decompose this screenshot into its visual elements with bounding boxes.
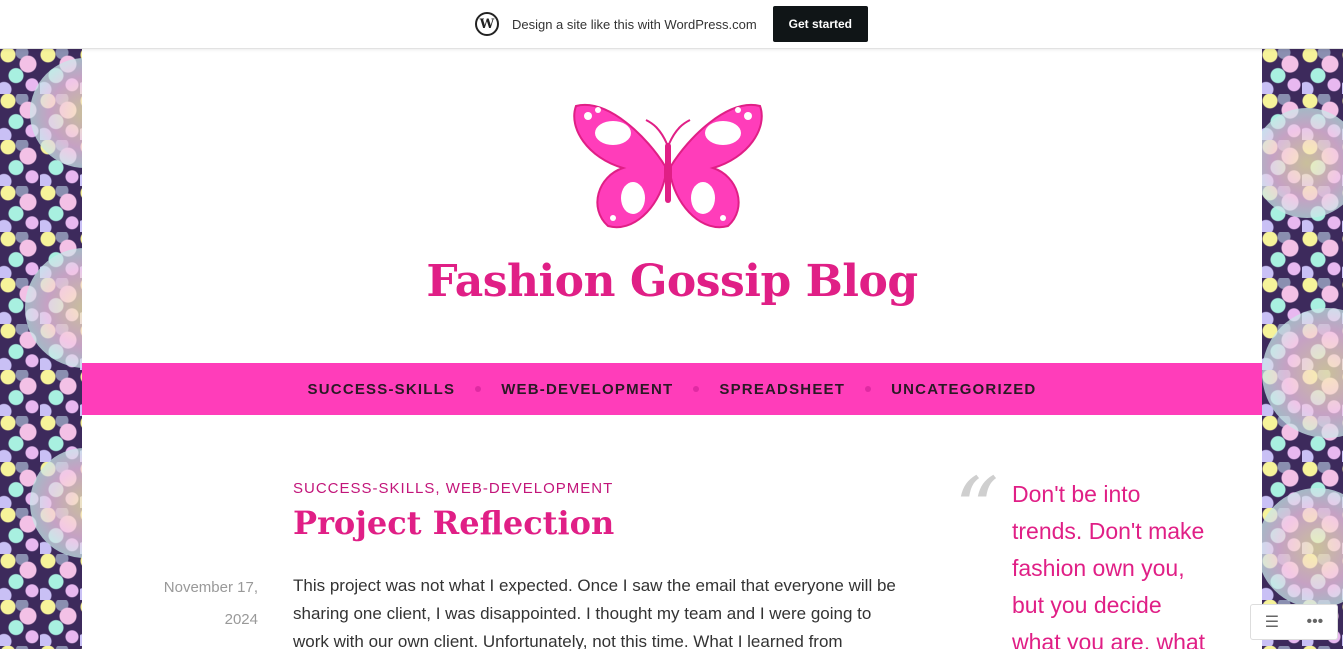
main-navigation: SUCCESS-SKILLS WEB-DEVELOPMENT SPREADSHE… xyxy=(82,363,1262,415)
category-separator: , xyxy=(435,480,441,497)
wordpress-promo-bar: W Design a site like this with WordPress… xyxy=(0,0,1343,49)
post-excerpt: This project was not what I expected. On… xyxy=(293,576,896,649)
quote-mark-icon: “ xyxy=(954,458,999,561)
background-right-panel xyxy=(1252,48,1343,649)
post-categories: SUCCESS-SKILLS, WEB-DEVELOPMENT xyxy=(293,480,613,497)
nav-separator-dot xyxy=(475,386,482,392)
site-title[interactable]: Fashion Gossip Blog xyxy=(82,256,1262,307)
sidebar-quote: Don't be into trends. Don't make fashion… xyxy=(1012,481,1206,649)
category-link-web-development[interactable]: WEB-DEVELOPMENT xyxy=(446,480,614,497)
nav-item-success-skills[interactable]: SUCCESS-SKILLS xyxy=(308,381,456,398)
post-date-year: 2024 xyxy=(224,611,258,628)
background-left-panel xyxy=(0,48,145,649)
wordpress-logo-icon[interactable]: W xyxy=(474,12,499,36)
post-date-line: November 17, xyxy=(163,579,258,596)
butterfly-logo-icon[interactable] xyxy=(568,98,768,235)
floating-actions: ☰ ••• xyxy=(1250,604,1338,640)
more-icon[interactable]: ••• xyxy=(1306,613,1323,631)
nav-item-web-development[interactable]: WEB-DEVELOPMENT xyxy=(501,381,673,398)
post-title[interactable]: Project Reflection xyxy=(293,504,614,542)
nav-item-uncategorized[interactable]: UNCATEGORIZED xyxy=(891,381,1036,398)
nav-separator-dot xyxy=(865,386,872,392)
reader-icon[interactable]: ☰ xyxy=(1265,612,1279,632)
get-started-button[interactable]: Get started xyxy=(772,6,869,42)
promo-text[interactable]: Design a site like this with WordPress.c… xyxy=(512,17,757,32)
nav-separator-dot xyxy=(693,386,700,392)
nav-item-spreadsheet[interactable]: SPREADSHEET xyxy=(719,381,845,398)
post-date[interactable]: November 17, 2024 xyxy=(122,572,258,636)
page-content: Fashion Gossip Blog SUCCESS-SKILLS WEB-D… xyxy=(82,48,1262,649)
category-link-success-skills[interactable]: SUCCESS-SKILLS xyxy=(293,480,435,497)
